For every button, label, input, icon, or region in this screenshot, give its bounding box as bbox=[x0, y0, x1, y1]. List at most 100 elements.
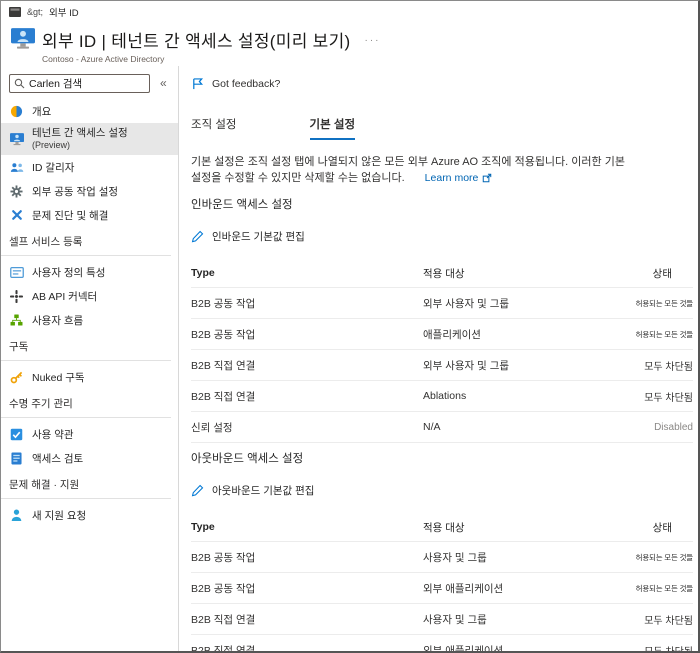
table-row: B2B 직접 연결 Ablations 모두 차단됨 bbox=[191, 381, 693, 412]
default-settings-description: 기본 설정은 조직 설정 탭에 나열되지 않은 모든 외부 Azure AO 조… bbox=[191, 154, 636, 186]
cell-applies-to: 외부 사용자 및 그룹 bbox=[423, 359, 510, 372]
cell-applies-to: 애플리케이션 bbox=[423, 328, 481, 341]
sidebar-item-label: 개요 bbox=[32, 105, 52, 118]
sidebar-item-label: AB API 커넥터 bbox=[32, 290, 98, 303]
breadcrumb-item-external-id[interactable]: 외부 ID bbox=[49, 5, 79, 19]
cell-applies-to: 외부 애플리케이션 bbox=[423, 582, 504, 595]
sidebar-item-label: 테넌트 간 액세스 설정 bbox=[32, 126, 128, 139]
api-connectors-icon bbox=[9, 289, 24, 303]
description-line-2: 설정을 수정할 수 있지만 삭제할 수는 없습니다. bbox=[191, 172, 405, 184]
more-options-button[interactable]: ··· bbox=[365, 35, 381, 46]
sidebar-item-terms-of-use[interactable]: 사용 약관 bbox=[1, 422, 178, 446]
divider bbox=[1, 417, 171, 418]
custom-attributes-icon bbox=[9, 266, 24, 278]
sidebar-section-self-service: 셀프 서비스 등록 bbox=[9, 235, 83, 248]
access-reviews-icon bbox=[9, 452, 24, 465]
cell-type: B2B 공동 작업 bbox=[191, 297, 256, 310]
cell-applies-to: 사용자 및 그룹 bbox=[423, 613, 487, 626]
outbound-table: Type 적용 대상 상태 B2B 공동 작업 사용자 및 그룹 허용되는 모든… bbox=[191, 513, 693, 651]
cell-status: 모두 차단됨 bbox=[644, 361, 693, 373]
feedback-icon bbox=[191, 77, 205, 91]
sidebar-item-label: 문제 진단 및 해결 bbox=[32, 209, 109, 222]
cell-status: 허용되는 모든 것들 bbox=[635, 552, 693, 562]
divider bbox=[1, 360, 171, 361]
identity-providers-icon bbox=[9, 162, 24, 173]
column-header-type: Type bbox=[191, 521, 215, 533]
sidebar-item-cross-tenant-access-settings[interactable]: 테넌트 간 액세스 설정 (Preview) bbox=[1, 123, 178, 155]
cell-status: 허용되는 모든 것들 bbox=[635, 329, 693, 339]
sidebar-item-label: 액세스 검토 bbox=[32, 452, 84, 465]
cell-type: B2B 공동 작업 bbox=[191, 582, 256, 595]
divider bbox=[1, 498, 171, 499]
page-title: 외부 ID | 테넌트 간 액세스 설정(미리 보기) bbox=[42, 32, 351, 51]
sidebar-item-identity-providers[interactable]: ID 갈리자 bbox=[1, 155, 178, 179]
sidebar-item-label: 사용자 흐름 bbox=[32, 314, 84, 327]
table-row: B2B 직접 연결 외부 애플리케이션 모두 차단됨 bbox=[191, 635, 693, 652]
cell-applies-to: 외부 애플리케이션 bbox=[423, 644, 504, 652]
inbound-table: Type 적용 대상 상태 B2B 공동 작업 외부 사용자 및 그룹 허용되는… bbox=[191, 259, 693, 443]
search-icon bbox=[14, 78, 25, 89]
cell-status: 모두 차단됨 bbox=[644, 392, 693, 404]
cell-type: B2B 직접 연결 bbox=[191, 359, 256, 372]
external-identities-icon bbox=[11, 28, 35, 55]
sidebar-item-external-collaboration-settings[interactable]: 외부 공동 작업 설정 bbox=[1, 179, 178, 203]
learn-more-label: Learn more bbox=[424, 172, 479, 184]
cross-tenant-settings-icon bbox=[9, 132, 24, 146]
tab-bar: 조직 설정 기본 설정 bbox=[191, 116, 690, 140]
sidebar-item-label: 사용 약관 bbox=[32, 428, 74, 441]
terms-of-use-icon bbox=[9, 428, 24, 441]
sidebar-item-diagnose-solve[interactable]: 문제 진단 및 해결 bbox=[1, 203, 178, 227]
page-header: 외부 ID | 테넌트 간 액세스 설정(미리 보기) Contoso - Az… bbox=[1, 19, 698, 66]
user-flows-icon bbox=[9, 314, 24, 326]
sidebar-item-sublabel: (Preview) bbox=[32, 139, 71, 150]
sidebar: « 개요 테넌트 간 액세스 설정 (Preview) bbox=[1, 66, 179, 651]
table-row: B2B 공동 작업 애플리케이션 허용되는 모든 것들 bbox=[191, 319, 693, 350]
sidebar-search[interactable] bbox=[9, 73, 150, 93]
overview-icon bbox=[9, 105, 24, 118]
cell-applies-to: Ablations bbox=[423, 390, 467, 402]
inbound-section-title: 인바운드 액세스 설정 bbox=[191, 199, 293, 211]
got-feedback-button[interactable]: Got feedback? bbox=[191, 73, 280, 95]
outbound-section-title: 아웃바운드 액세스 설정 bbox=[191, 453, 304, 465]
column-header-status: 상태 bbox=[652, 521, 672, 534]
cell-status: 모두 차단됨 bbox=[565, 643, 693, 652]
pencil-icon bbox=[191, 484, 204, 497]
gear-icon bbox=[9, 184, 24, 198]
cell-type: B2B 공동 작업 bbox=[191, 328, 256, 341]
azure-portal-window: &gt; 외부 ID 외부 ID | 테넌트 간 액세스 설정(미리 보기) C… bbox=[0, 0, 700, 653]
cell-status: 모두 차단됨 bbox=[644, 615, 693, 627]
sidebar-item-custom-attributes[interactable]: 사용자 정의 특성 bbox=[1, 260, 178, 284]
table-row: 신뢰 설정 N/A Disabled bbox=[191, 412, 693, 443]
sidebar-item-new-support-request[interactable]: 새 지원 요청 bbox=[1, 503, 178, 527]
support-request-icon bbox=[9, 509, 24, 521]
sidebar-item-label: Nuked 구독 bbox=[32, 371, 85, 384]
key-icon bbox=[9, 371, 24, 384]
external-link-icon bbox=[482, 173, 492, 183]
tab-default-settings[interactable]: 기본 설정 bbox=[309, 116, 356, 140]
learn-more-link[interactable]: Learn more bbox=[425, 170, 493, 186]
cell-status: Disabled bbox=[654, 421, 693, 433]
sidebar-item-access-reviews[interactable]: 액세스 검토 bbox=[1, 446, 178, 470]
cell-applies-to: N/A bbox=[423, 421, 441, 433]
edit-inbound-defaults-label: 인바운드 기본값 편집 bbox=[212, 231, 305, 243]
search-input[interactable] bbox=[29, 77, 139, 89]
table-row: B2B 직접 연결 외부 사용자 및 그룹 모두 차단됨 bbox=[191, 350, 693, 381]
collapse-sidebar-button[interactable]: « bbox=[160, 77, 167, 89]
edit-outbound-defaults-label: 아웃바운드 기본값 편집 bbox=[212, 485, 315, 497]
sidebar-item-label: 사용자 정의 특성 bbox=[32, 266, 106, 279]
sidebar-item-linked-subscriptions[interactable]: Nuked 구독 bbox=[1, 365, 178, 389]
table-row: B2B 공동 작업 외부 사용자 및 그룹 허용되는 모든 것들 bbox=[191, 288, 693, 319]
breadcrumb-separator: &gt; bbox=[27, 7, 44, 17]
sidebar-item-user-flows[interactable]: 사용자 흐름 bbox=[1, 308, 178, 332]
column-header-type: Type bbox=[191, 267, 215, 279]
column-header-status: 상태 bbox=[652, 267, 672, 280]
tab-organizational-settings[interactable]: 조직 설정 bbox=[191, 116, 237, 140]
column-header-applies-to: 적용 대상 bbox=[423, 521, 465, 534]
edit-inbound-defaults-button[interactable]: 인바운드 기본값 편집 bbox=[191, 229, 305, 244]
edit-outbound-defaults-button[interactable]: 아웃바운드 기본값 편집 bbox=[191, 483, 314, 498]
portal-menu-icon[interactable] bbox=[9, 7, 21, 17]
cell-type: B2B 직접 연결 bbox=[191, 390, 256, 403]
sidebar-item-overview[interactable]: 개요 bbox=[1, 99, 178, 123]
sidebar-item-api-connectors[interactable]: AB API 커넥터 bbox=[1, 284, 178, 308]
cell-type: B2B 직접 연결 bbox=[191, 613, 256, 626]
